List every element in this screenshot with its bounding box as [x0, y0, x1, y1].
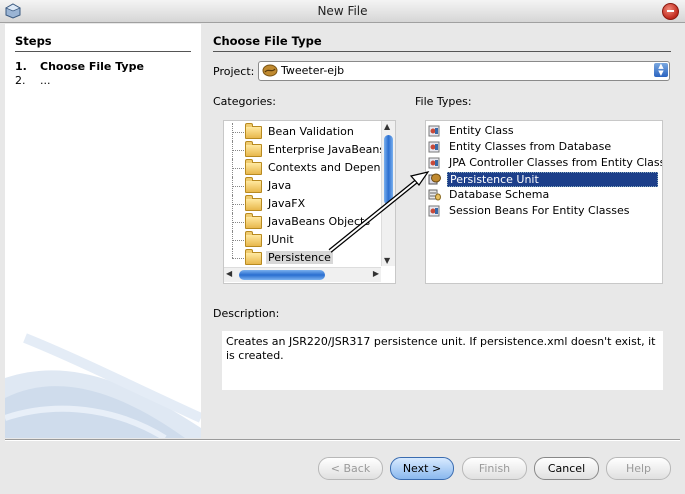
tree-item-label: Contexts and Dependency Injection	[268, 161, 395, 174]
list-item[interactable]: Entity Classes from Database	[426, 139, 662, 155]
separator	[5, 439, 680, 441]
tree-item[interactable]: JavaBeans Objects	[224, 213, 381, 231]
java-class-icon	[428, 141, 440, 153]
close-button[interactable]	[662, 3, 679, 20]
list-item[interactable]: Database Schema	[426, 187, 662, 203]
next-button[interactable]: Next >	[390, 457, 454, 480]
tree-item-label: Enterprise JavaBeans	[268, 143, 386, 156]
folder-icon	[245, 249, 262, 265]
folder-icon	[245, 123, 262, 139]
tree-item-label: JUnit	[268, 233, 294, 246]
scroll-up-icon[interactable]: ▲	[384, 122, 390, 131]
steps-panel: Steps 1. Choose File Type 2....	[5, 24, 201, 438]
list-item-label: Database Schema	[449, 188, 550, 201]
list-item[interactable]: JPA Controller Classes from Entity Class…	[426, 155, 662, 171]
list-item-label: Entity Class	[449, 124, 514, 137]
scroll-left-icon[interactable]: ◀	[226, 269, 232, 278]
database-schema-icon	[428, 189, 441, 201]
help-button[interactable]: Help	[606, 457, 671, 480]
folder-icon	[245, 231, 262, 247]
step-label: ...	[40, 74, 51, 87]
title-bar: New File	[0, 0, 685, 23]
list-item-label: Persistence Unit	[447, 172, 658, 187]
step-item: 1. Choose File Type	[15, 60, 144, 73]
project-value: Tweeter-ejb	[281, 64, 345, 77]
java-class-icon	[428, 125, 440, 137]
tree-item-label: Bean Validation	[268, 125, 354, 138]
tree-item[interactable]: Bean Validation	[224, 123, 381, 141]
tree-item-label: JavaFX	[268, 197, 306, 210]
scroll-down-icon[interactable]: ▼	[384, 256, 390, 265]
bean-icon	[262, 64, 278, 77]
project-select[interactable]: Tweeter-ejb ▲ ▼	[258, 61, 670, 81]
folder-icon	[245, 159, 262, 175]
chevron-updown-icon[interactable]: ▲ ▼	[654, 63, 668, 77]
list-item-label: JPA Controller Classes from Entity Class…	[449, 156, 663, 169]
tree-item[interactable]: Enterprise JavaBeans	[224, 141, 385, 159]
step-number: 2.	[15, 74, 26, 87]
list-item[interactable]: Session Beans For Entity Classes	[426, 203, 662, 219]
java-class-icon	[428, 157, 440, 169]
tree-item[interactable]: JUnit	[224, 231, 381, 249]
main-panel: Choose File Type Project: Tweeter-ejb ▲ ▼…	[202, 24, 680, 438]
decorative-wave	[5, 333, 201, 438]
tree-item-label: Persistence	[266, 251, 333, 264]
file-types-label: File Types:	[415, 95, 472, 108]
tree-item[interactable]: JavaFX	[224, 195, 381, 213]
description-text: Creates an JSR220/JSR317 persistence uni…	[222, 331, 663, 390]
categories-label: Categories:	[213, 95, 276, 108]
tree-item-label: JavaBeans Objects	[268, 215, 371, 228]
vertical-scrollbar[interactable]: ▲ ▼	[381, 121, 395, 266]
scroll-thumb[interactable]	[239, 270, 325, 280]
back-button[interactable]: < Back	[318, 457, 383, 480]
window-title: New File	[317, 4, 368, 18]
tree-item-label: Java	[268, 179, 292, 192]
folder-icon	[245, 141, 262, 157]
folder-icon	[245, 213, 262, 229]
folder-icon	[245, 195, 262, 211]
tree-item[interactable]: Java	[224, 177, 381, 195]
scroll-right-icon[interactable]: ▶	[373, 269, 379, 278]
list-item-label: Entity Classes from Database	[449, 140, 612, 153]
description-label: Description:	[213, 307, 280, 320]
persistence-unit-icon	[428, 173, 441, 185]
tree-item[interactable]: Contexts and Dependency Injection	[224, 159, 395, 177]
categories-tree[interactable]: Bean Validation Enterprise JavaBeans Con…	[223, 120, 396, 284]
horizontal-scrollbar[interactable]: ◀ ▶	[224, 267, 381, 282]
section-heading: Choose File Type	[213, 34, 671, 52]
list-item-selected[interactable]: Persistence Unit	[426, 171, 662, 187]
finish-button[interactable]: Finish	[462, 457, 527, 480]
steps-heading: Steps	[15, 34, 191, 52]
list-item[interactable]: Entity Class	[426, 123, 662, 139]
folder-icon	[245, 177, 262, 193]
step-item: 2....	[15, 74, 51, 87]
file-types-list[interactable]: Entity Class Entity Classes from Databas…	[425, 120, 663, 284]
list-item-label: Session Beans For Entity Classes	[449, 204, 630, 217]
cancel-button[interactable]: Cancel	[534, 457, 599, 480]
session-bean-icon	[428, 205, 440, 217]
step-label: Choose File Type	[40, 60, 144, 73]
project-label: Project:	[213, 65, 255, 78]
tree-item-selected[interactable]: Persistence	[224, 249, 381, 267]
step-number: 1.	[15, 60, 27, 73]
scroll-thumb[interactable]	[384, 135, 393, 205]
